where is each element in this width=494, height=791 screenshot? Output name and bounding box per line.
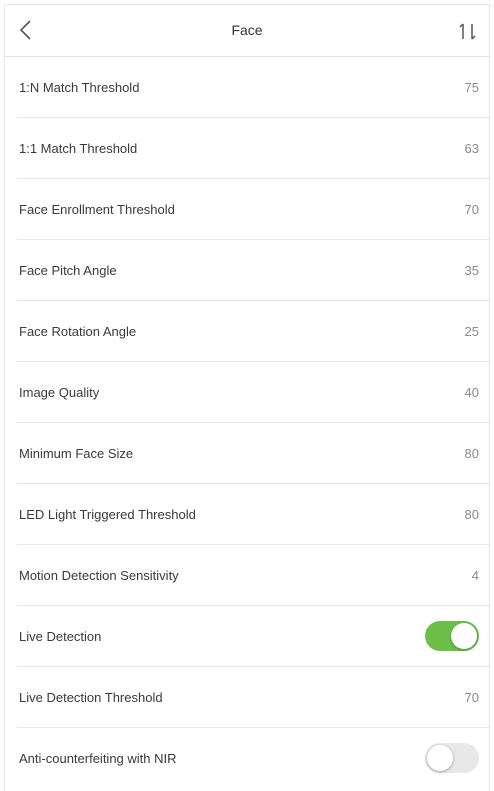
row-value: 4: [471, 568, 479, 583]
row-label: LED Light Triggered Threshold: [19, 507, 196, 522]
row-value: 70: [464, 690, 479, 705]
row-label: Face Rotation Angle: [19, 324, 137, 339]
row-label: Live Detection Threshold: [19, 690, 163, 705]
row-value: 35: [464, 263, 479, 278]
row-value: 63: [464, 141, 479, 156]
anti-counterfeiting-nir-toggle[interactable]: [425, 743, 479, 773]
row-label: 1:1 Match Threshold: [19, 141, 138, 156]
toggle-knob: [451, 623, 477, 649]
row-label: Motion Detection Sensitivity: [19, 568, 179, 583]
row-face-pitch-angle[interactable]: Face Pitch Angle 35: [5, 240, 489, 301]
row-label: Anti-counterfeiting with NIR: [19, 751, 177, 766]
settings-screen: Face 1:N Match Threshold 75 1:1 Match Th…: [4, 4, 490, 791]
row-label: Image Quality: [19, 385, 100, 400]
row-label: Live Detection: [19, 629, 102, 644]
row-value: 80: [464, 446, 479, 461]
row-11-match-threshold[interactable]: 1:1 Match Threshold 63: [5, 118, 489, 179]
row-value: 80: [464, 507, 479, 522]
row-anti-counterfeiting-nir: Anti-counterfeiting with NIR: [5, 728, 489, 789]
row-minimum-face-size[interactable]: Minimum Face Size 80: [5, 423, 489, 484]
header-bar: Face: [5, 5, 489, 57]
row-value: 25: [464, 324, 479, 339]
toggle-knob: [427, 745, 453, 771]
row-motion-detection-sensitivity[interactable]: Motion Detection Sensitivity 4: [5, 545, 489, 606]
row-face-rotation-angle[interactable]: Face Rotation Angle 25: [5, 301, 489, 362]
sort-icon: [459, 23, 476, 40]
row-label: Minimum Face Size: [19, 446, 134, 461]
row-label: Face Pitch Angle: [19, 263, 117, 278]
row-label: 1:N Match Threshold: [19, 80, 140, 95]
row-image-quality[interactable]: Image Quality 40: [5, 362, 489, 423]
row-led-light-triggered-threshold[interactable]: LED Light Triggered Threshold 80: [5, 484, 489, 545]
row-live-detection-threshold[interactable]: Live Detection Threshold 70: [5, 667, 489, 728]
row-live-detection: Live Detection: [5, 606, 489, 667]
sort-button[interactable]: [453, 17, 483, 45]
row-1n-match-threshold[interactable]: 1:N Match Threshold 75: [5, 57, 489, 118]
row-value: 75: [464, 80, 479, 95]
row-face-enrollment-threshold[interactable]: Face Enrollment Threshold 70: [5, 179, 489, 240]
live-detection-toggle[interactable]: [425, 621, 479, 651]
row-value: 40: [464, 385, 479, 400]
settings-list: 1:N Match Threshold 75 1:1 Match Thresho…: [5, 57, 489, 789]
row-label: Face Enrollment Threshold: [19, 202, 175, 217]
row-value: 70: [464, 202, 479, 217]
page-title: Face: [231, 22, 263, 38]
